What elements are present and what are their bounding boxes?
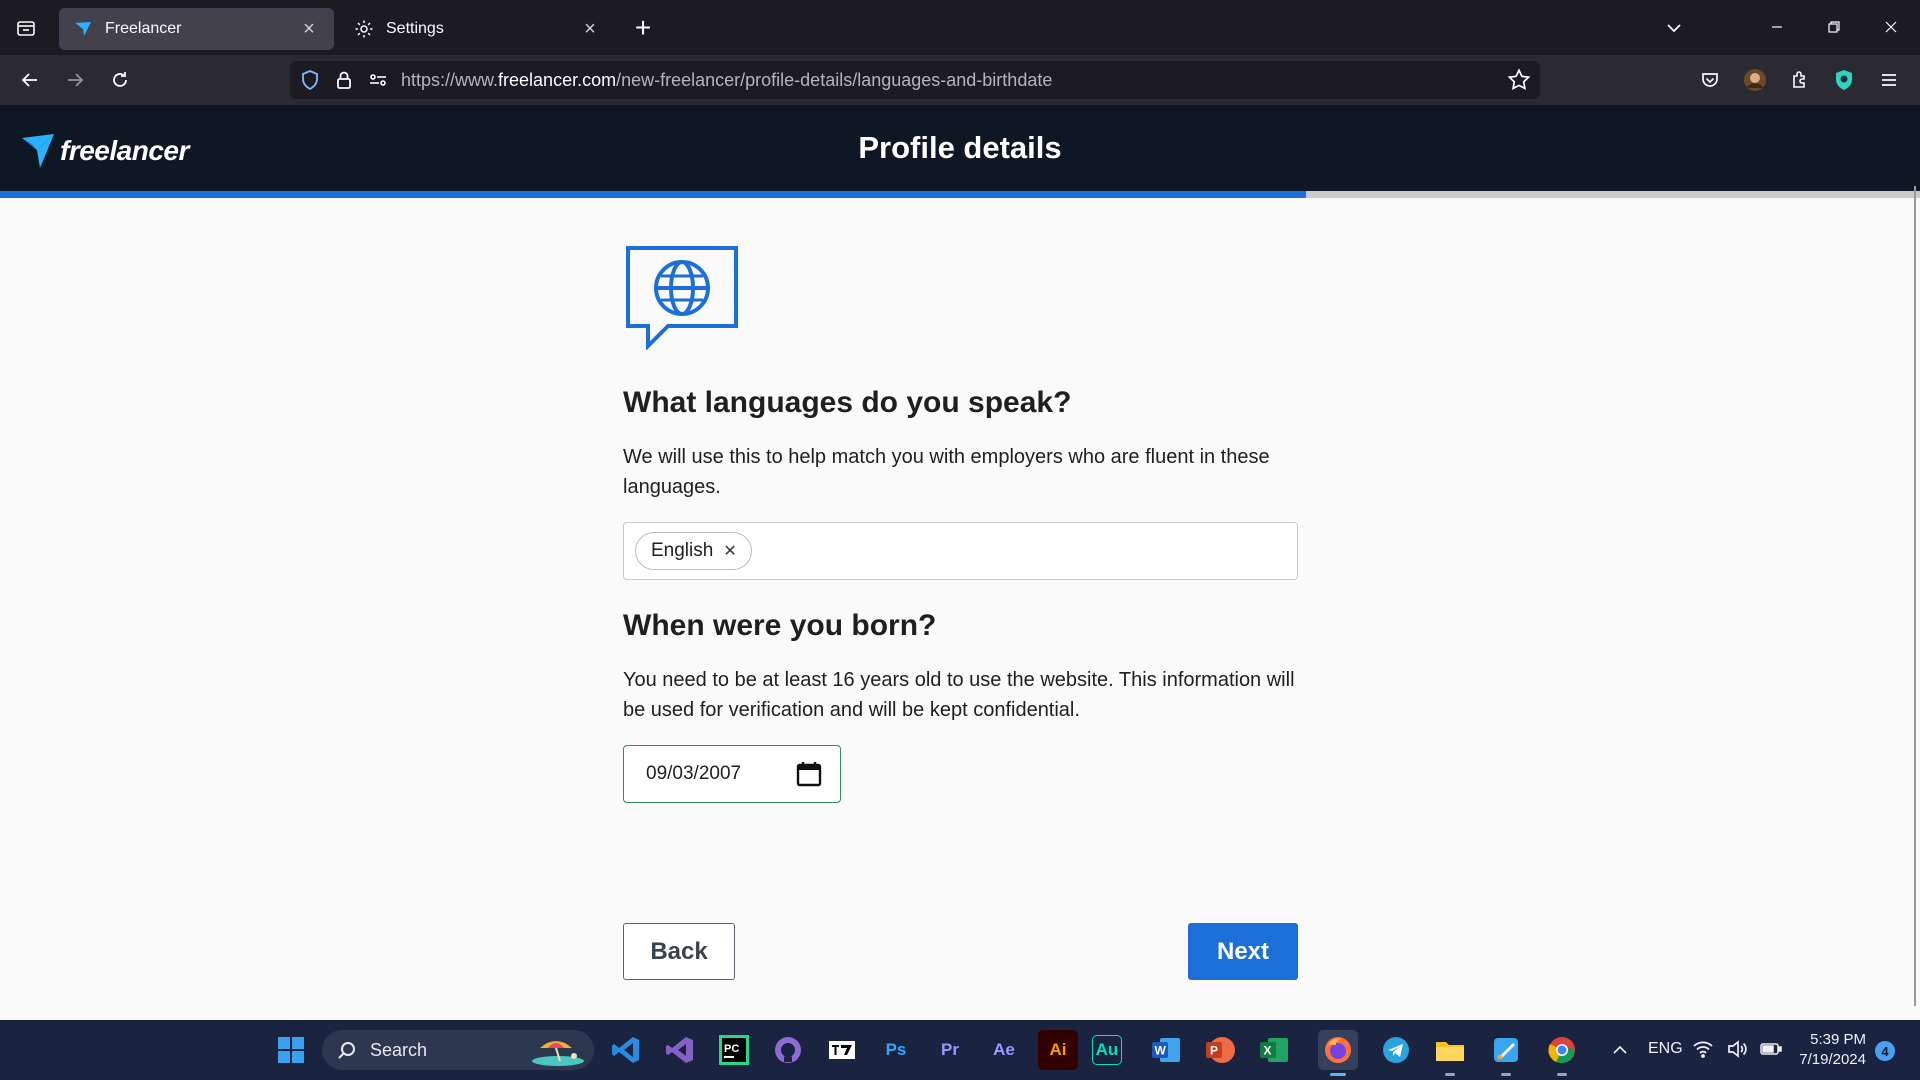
birthdate-input[interactable]: 09/03/2007 — [623, 745, 841, 803]
forward-arrow-icon[interactable] — [57, 62, 93, 98]
premiere-pro-app-icon[interactable]: Pr — [930, 1030, 970, 1070]
svg-text:X: X — [1264, 1044, 1272, 1058]
back-arrow-icon[interactable] — [12, 62, 48, 98]
clock[interactable]: 5:39 PM 7/19/2024 — [1796, 1030, 1866, 1070]
back-button[interactable]: Back — [623, 923, 735, 980]
birthdate-value: 09/03/2007 — [646, 763, 742, 784]
photoshop-app-icon[interactable]: Ps — [876, 1030, 916, 1070]
minimize-window-icon[interactable] — [1754, 8, 1800, 46]
extensions-puzzle-icon[interactable] — [1782, 62, 1818, 98]
clock-time: 5:39 PM — [1810, 1031, 1866, 1048]
running-app-indicator — [1445, 1073, 1455, 1076]
url-scheme: https://www. — [401, 70, 499, 90]
volume-icon[interactable] — [1724, 1036, 1750, 1062]
taskbar-search-box[interactable]: Search — [322, 1030, 594, 1070]
address-bar[interactable]: https://www.freelancer.com/new-freelance… — [290, 61, 1540, 99]
languages-description: We will use this to help match you with … — [623, 446, 1270, 498]
windows-start-icon[interactable] — [271, 1030, 311, 1070]
tab-title: Freelancer — [105, 20, 182, 37]
remove-language-close-icon[interactable]: ✕ — [723, 541, 736, 561]
tab-freelancer[interactable]: Freelancer × — [59, 8, 334, 50]
word-app-icon[interactable]: W — [1146, 1030, 1186, 1070]
battery-icon[interactable] — [1758, 1036, 1784, 1062]
next-button[interactable]: Next — [1188, 923, 1298, 980]
url-path: /new-freelancer/profile-details/language… — [616, 70, 1053, 90]
browser-tab-bar: Freelancer × Settings × + — [0, 0, 1920, 55]
visual-studio-app-icon[interactable] — [660, 1030, 700, 1070]
file-explorer-app-icon[interactable] — [1430, 1030, 1470, 1076]
freelancer-favicon-icon — [73, 19, 93, 39]
pocket-icon[interactable] — [1692, 62, 1728, 98]
language-chip-label: English — [651, 540, 714, 561]
restore-window-icon[interactable] — [1811, 8, 1857, 46]
hamburger-menu-icon[interactable] — [1871, 62, 1907, 98]
url-domain: freelancer.com — [498, 70, 617, 90]
svg-text:PC: PC — [724, 1043, 739, 1055]
running-app-indicator — [1557, 1073, 1567, 1076]
chevron-down-icon[interactable] — [1656, 10, 1692, 46]
permissions-icon[interactable] — [366, 68, 390, 92]
firefox-view-icon[interactable] — [8, 10, 44, 46]
site-header: freelancer Profile details — [0, 105, 1920, 191]
svg-text:P: P — [1210, 1044, 1218, 1058]
search-icon — [336, 1039, 358, 1061]
languages-question-title: What languages do you speak? — [623, 386, 1072, 419]
telegram-app-icon[interactable] — [1376, 1030, 1416, 1070]
gear-icon — [354, 19, 374, 39]
clock-date: 7/19/2024 — [1799, 1051, 1866, 1068]
tab-settings[interactable]: Settings × — [340, 8, 615, 50]
progress-bar-fill — [0, 191, 1306, 198]
page-scrollbar[interactable] — [1914, 186, 1916, 1006]
active-app-indicator — [1330, 1073, 1346, 1076]
account-avatar[interactable] — [1737, 62, 1773, 98]
page-title: Profile details — [858, 130, 1062, 165]
github-desktop-app-icon[interactable] — [768, 1030, 808, 1070]
lock-icon[interactable] — [332, 68, 356, 92]
close-tab-icon[interactable]: × — [579, 18, 601, 40]
chevron-up-icon[interactable] — [1600, 1030, 1640, 1070]
tab-title: Settings — [386, 20, 444, 37]
language-globe-speech-bubble-icon — [626, 246, 738, 350]
close-tab-icon[interactable]: × — [298, 18, 320, 40]
after-effects-app-icon[interactable]: Ae — [984, 1030, 1024, 1070]
illustrator-app-icon[interactable]: Ai — [1038, 1030, 1078, 1070]
firefox-app-icon[interactable] — [1318, 1030, 1358, 1076]
audition-app-icon[interactable]: Au — [1092, 1035, 1122, 1065]
pycharm-app-icon[interactable]: PC — [714, 1030, 754, 1070]
tracking-protection-shield-icon[interactable] — [298, 68, 322, 92]
url-text[interactable]: https://www.freelancer.com/new-freelance… — [401, 61, 1052, 99]
excel-app-icon[interactable]: X — [1254, 1030, 1294, 1070]
close-window-icon[interactable] — [1868, 8, 1914, 46]
windows-taskbar: Search PC Ps Pr Ae Ai Au W P X ENG 5:39 … — [0, 1020, 1920, 1080]
powerpoint-app-icon[interactable]: P — [1200, 1030, 1240, 1070]
progress-bar — [0, 191, 1920, 198]
calendar-icon[interactable] — [796, 761, 822, 787]
vscode-app-icon[interactable] — [606, 1030, 646, 1070]
svg-text:W: W — [1155, 1044, 1167, 1058]
running-app-indicator — [1501, 1073, 1511, 1076]
birthdate-description: You need to be at least 16 years old to … — [623, 669, 1295, 721]
search-highlight-beach-icon — [532, 1041, 584, 1066]
language-chip[interactable]: English ✕ — [635, 532, 752, 570]
notification-count-badge[interactable]: 4 — [1875, 1041, 1895, 1061]
paint-app-icon[interactable] — [1486, 1030, 1526, 1076]
languages-input[interactable]: English ✕ — [623, 522, 1298, 580]
wifi-icon[interactable] — [1690, 1036, 1716, 1062]
search-label: Search — [370, 1039, 428, 1060]
input-language-indicator[interactable]: ENG — [1648, 1040, 1683, 1058]
reload-icon[interactable] — [102, 62, 138, 98]
bookmark-star-icon[interactable] — [1506, 67, 1532, 93]
chrome-app-icon[interactable] — [1542, 1030, 1582, 1076]
vpn-shield-extension-icon[interactable] — [1826, 62, 1862, 98]
typora-app-icon[interactable] — [822, 1030, 862, 1070]
birthdate-question-title: When were you born? — [623, 609, 937, 642]
main-content: What languages do you speak? We will use… — [0, 198, 1920, 1020]
browser-navigation-bar: https://www.freelancer.com/new-freelance… — [0, 55, 1920, 105]
new-tab-plus-icon[interactable]: + — [625, 10, 661, 46]
